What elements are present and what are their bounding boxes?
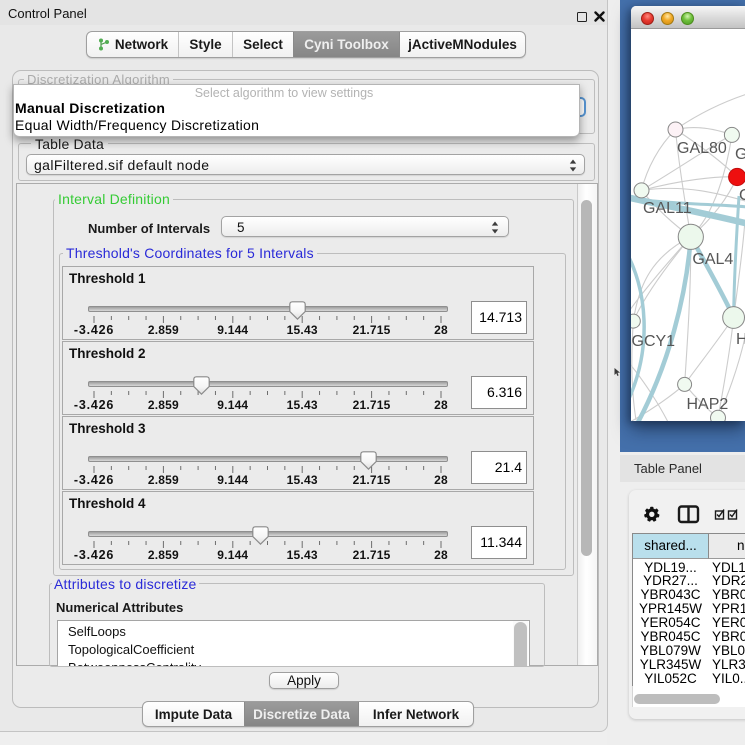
svg-text:GAL80: GAL80 (677, 140, 727, 157)
svg-text:H: H (736, 331, 745, 348)
svg-text:HAP2: HAP2 (687, 396, 729, 413)
svg-text:GA: GA (735, 146, 745, 163)
svg-text:GCY1: GCY1 (632, 333, 676, 350)
svg-text:GAL11: GAL11 (643, 200, 692, 217)
svg-text:C: C (739, 187, 745, 204)
svg-text:GAL4: GAL4 (692, 251, 733, 268)
